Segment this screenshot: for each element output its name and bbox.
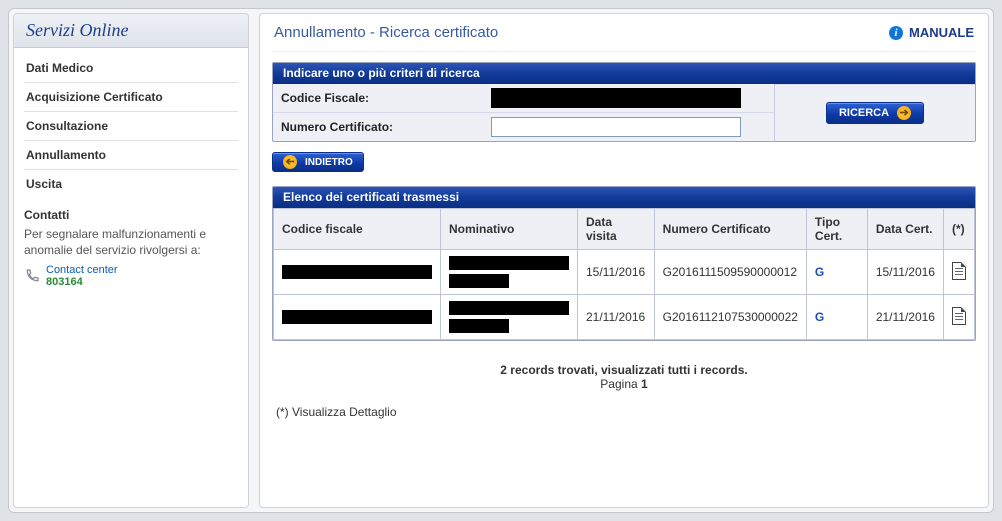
cell-nominativo [441,295,578,340]
sidebar-item-acquisizione[interactable]: Acquisizione Certificato [24,83,238,112]
numero-certificato-label: Numero Certificato: [281,120,491,134]
sidebar-item-consultazione[interactable]: Consultazione [24,112,238,141]
cell-tipo-cert: G [806,250,867,295]
arrow-left-icon: ➔ [283,155,297,169]
cell-tipo-cert: G [806,295,867,340]
codice-fiscale-label: Codice Fiscale: [281,91,491,105]
numero-certificato-input[interactable] [491,117,741,137]
info-icon: i [889,26,903,40]
contact-center-link[interactable]: Contact center 803164 [24,264,238,288]
sidebar-menu: Dati Medico Acquisizione Certificato Con… [14,48,248,198]
sidebar: Servizi Online Dati Medico Acquisizione … [13,13,249,508]
cell-data-cert: 21/11/2016 [867,295,943,340]
indietro-label: INDIETRO [305,157,353,168]
redacted-text [449,301,569,315]
results-summary: 2 records trovati, visualizzati tutti i … [272,351,976,397]
cell-nominativo [441,250,578,295]
col-tipo-cert: Tipo Cert. [806,209,867,250]
table-header-row: Codice fiscale Nominativo Data visita Nu… [274,209,975,250]
page-title: Annullamento - Ricerca certificato [274,24,498,41]
tipo-cert-link[interactable]: G [815,265,824,279]
ricerca-label: RICERCA [839,107,889,119]
indietro-button[interactable]: ➔ INDIETRO [272,152,364,172]
sidebar-item-uscita[interactable]: Uscita [24,170,238,198]
cell-codice [274,295,441,340]
results-table: Codice fiscale Nominativo Data visita Nu… [273,208,975,340]
cell-data-visita: 15/11/2016 [578,250,655,295]
search-panel-title: Indicare uno o più criteri di ricerca [273,63,975,84]
redacted-text [282,265,432,279]
col-nominativo: Nominativo [441,209,578,250]
page-number: 1 [641,377,648,391]
col-detail: (*) [943,209,974,250]
col-codice: Codice fiscale [274,209,441,250]
cell-data-visita: 21/11/2016 [578,295,655,340]
col-numero-cert: Numero Certificato [654,209,806,250]
cell-data-cert: 15/11/2016 [867,250,943,295]
page-label: Pagina [600,377,641,391]
contacts-box: Contatti Per segnalare malfunzionamenti … [14,198,248,296]
detail-icon[interactable] [952,307,966,325]
redacted-text [449,319,509,333]
cell-codice [274,250,441,295]
cell-numero-cert: G2016111509590000012 [654,250,806,295]
cell-detail [943,295,974,340]
results-panel-title: Elenco dei certificati trasmessi [273,187,975,208]
cell-detail [943,250,974,295]
arrow-right-icon: ➔ [897,106,911,120]
col-data-cert: Data Cert. [867,209,943,250]
results-panel: Elenco dei certificati trasmessi Codice … [272,186,976,341]
manual-label: MANUALE [909,25,974,40]
manual-link[interactable]: i MANUALE [889,25,974,40]
main-header: Annullamento - Ricerca certificato i MAN… [272,18,976,52]
contacts-text: Per segnalare malfunzionamenti e anomali… [24,226,238,258]
redacted-text [449,256,569,270]
main-panel: Annullamento - Ricerca certificato i MAN… [259,13,989,508]
codice-fiscale-input[interactable] [491,88,741,108]
sidebar-title: Servizi Online [14,14,248,48]
table-row: 15/11/2016 G2016111509590000012 G 15/11/… [274,250,975,295]
ricerca-button[interactable]: RICERCA ➔ [826,102,924,124]
redacted-text [449,274,509,288]
sidebar-item-annullamento[interactable]: Annullamento [24,141,238,170]
search-panel: Indicare uno o più criteri di ricerca Co… [272,62,976,142]
sidebar-item-dati-medico[interactable]: Dati Medico [24,54,238,83]
table-row: 21/11/2016 G2016112107530000022 G 21/11/… [274,295,975,340]
app-frame: Servizi Online Dati Medico Acquisizione … [8,8,994,513]
col-data-visita: Data visita [578,209,655,250]
contact-center-label: Contact center [46,264,118,276]
tipo-cert-link[interactable]: G [815,310,824,324]
contacts-title: Contatti [24,208,238,222]
redacted-text [282,310,432,324]
phone-icon [24,265,40,287]
detail-legend: (*) Visualizza Dettaglio [272,397,976,427]
contact-center-number: 803164 [46,276,118,288]
cell-numero-cert: G2016112107530000022 [654,295,806,340]
detail-icon[interactable] [952,262,966,280]
